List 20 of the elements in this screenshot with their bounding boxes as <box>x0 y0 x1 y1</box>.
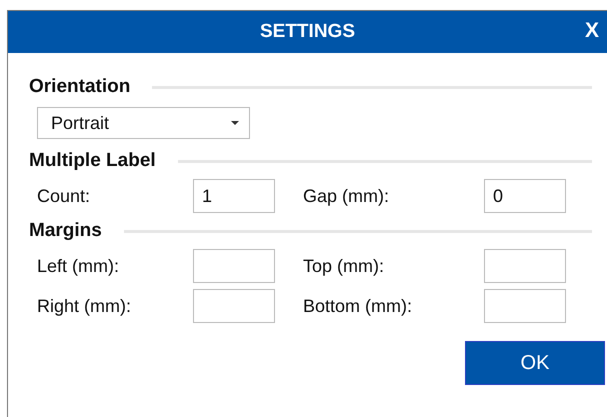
section-heading: Multiple Label <box>29 150 156 172</box>
field-label: Right (mm): <box>37 296 132 316</box>
close-button[interactable]: X <box>580 19 603 43</box>
caret-icon <box>231 121 239 125</box>
input-field[interactable]: 1 <box>193 179 275 213</box>
field-label: Left (mm): <box>37 256 120 276</box>
section-heading: Orientation <box>29 76 130 98</box>
window-title: SETTINGS <box>260 21 355 43</box>
input-field[interactable] <box>193 289 275 323</box>
field-label: Gap (mm): <box>303 186 390 206</box>
field-label: Bottom (mm): <box>303 296 414 316</box>
section-heading: Margins <box>29 220 102 242</box>
input-field[interactable] <box>193 249 275 283</box>
input-field[interactable] <box>484 249 566 283</box>
dropdown[interactable]: Portrait <box>37 107 250 139</box>
field-label: Top (mm): <box>303 256 385 276</box>
input-field[interactable]: 0 <box>484 179 566 213</box>
input-field[interactable] <box>484 289 566 323</box>
ok-button[interactable]: OK <box>465 341 605 385</box>
field-label: Count: <box>37 186 92 206</box>
